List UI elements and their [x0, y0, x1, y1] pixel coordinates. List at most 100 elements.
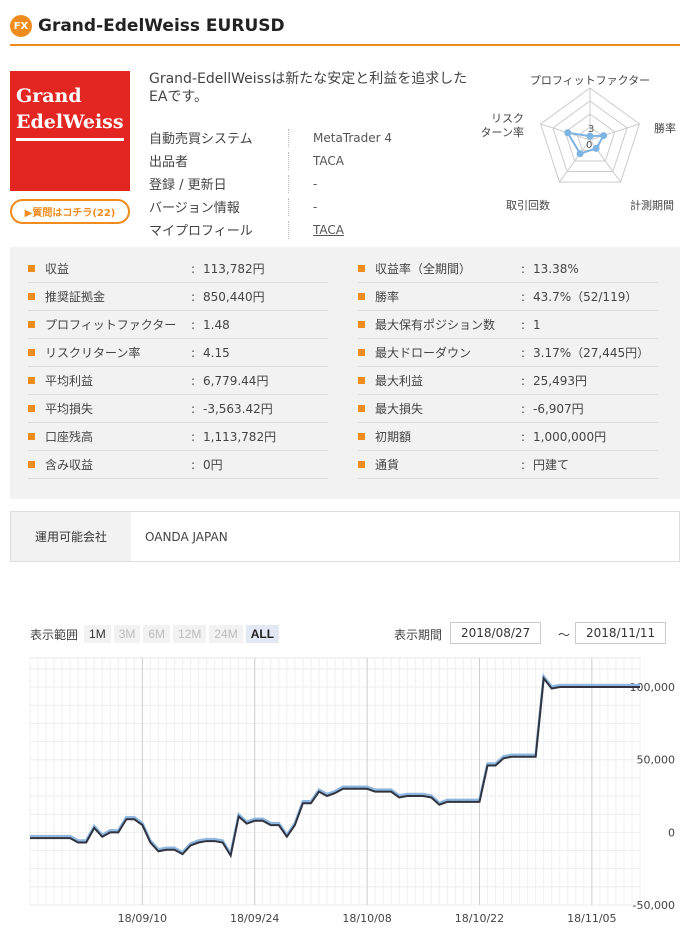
- bullet-icon: [28, 377, 35, 384]
- stat-colon: :: [191, 373, 196, 388]
- range-toolbar: 表示範囲 1M 3M 6M 12M 24M ALL 表示期間 2018/08/2…: [30, 622, 670, 646]
- company-label: 運用可能会社: [11, 512, 131, 561]
- bullet-icon: [28, 293, 35, 300]
- radar-point: [600, 132, 608, 140]
- logo-underline: [16, 138, 124, 141]
- stat-label: 推奨証拠金: [45, 290, 106, 304]
- range-24m-button[interactable]: 24M: [209, 625, 243, 643]
- product-logo: Grand EdelWeiss: [10, 71, 130, 191]
- chart-y-tick-label: 0: [668, 826, 675, 839]
- stat-label: 通貨: [375, 458, 400, 472]
- bullet-icon: [358, 265, 365, 272]
- date-to-input[interactable]: 2018/11/11: [575, 622, 667, 644]
- stat-row: 最大保有ポジション数:1: [358, 311, 658, 339]
- stat-colon: :: [191, 289, 196, 304]
- chart-x-tick-label: 18/09/10: [118, 912, 167, 925]
- question-button[interactable]: ▶質問はコチラ(22): [10, 199, 130, 224]
- stat-row: 最大損失: -6,907円: [358, 395, 658, 423]
- stat-row: 収益:113,782円: [28, 255, 328, 283]
- stat-row: 口座残高:1,113,782円: [28, 423, 328, 451]
- bullet-icon: [28, 461, 35, 468]
- stat-row: 最大利益:25,493円: [358, 367, 658, 395]
- stat-label: 平均損失: [45, 402, 94, 416]
- range-all-button[interactable]: ALL: [245, 625, 280, 643]
- range-6m-button[interactable]: 6M: [143, 625, 171, 643]
- info-value: -: [313, 199, 318, 214]
- company-value: OANDA JAPAN: [145, 529, 228, 544]
- bullet-icon: [358, 349, 365, 356]
- radar-point: [592, 144, 600, 152]
- stat-value: 43.7%（52/119）: [533, 290, 638, 304]
- stat-colon: :: [521, 345, 526, 360]
- stat-value: 13.38%: [533, 261, 579, 276]
- radar-axis-risk-1: リスク: [491, 112, 524, 125]
- info-row-system: 自動売買システム MetaTrader 4: [149, 126, 479, 149]
- page-title: Grand-EdelWeiss EURUSD: [38, 16, 285, 36]
- page-header: FX Grand-EdelWeiss EURUSD: [10, 8, 680, 46]
- bullet-icon: [28, 433, 35, 440]
- bullet-icon: [28, 265, 35, 272]
- chart-y-tick-label: -50,000: [633, 899, 675, 912]
- period-label: 表示期間: [394, 627, 443, 642]
- chart-x-tick-label: 18/10/08: [342, 912, 391, 925]
- radar-tick-min: 0: [586, 140, 592, 151]
- info-row-profile: マイプロフィール TACA: [149, 218, 479, 241]
- range-3m-button[interactable]: 3M: [113, 625, 141, 643]
- info-row-date: 登録 / 更新日 -: [149, 172, 479, 195]
- stat-value: 1,000,000円: [533, 430, 607, 444]
- stat-colon: :: [521, 373, 526, 388]
- stat-value: 25,493円: [533, 374, 587, 388]
- stat-value: 6,779.44円: [203, 374, 269, 388]
- radar-chart: 3 0 プロフィットファクター 勝率 計測期間 取引回数 リスク ターン率: [481, 74, 676, 212]
- stat-colon: :: [191, 401, 196, 416]
- company-box: 運用可能会社 OANDA JAPAN: [10, 511, 680, 562]
- stat-value: 4.15: [203, 345, 230, 360]
- range-1m-button[interactable]: 1M: [84, 625, 111, 643]
- chart-x-tick-label: 18/10/22: [455, 912, 504, 925]
- stat-label: 収益: [45, 262, 70, 276]
- stat-colon: :: [191, 345, 196, 360]
- radar-axis-pf: プロフィットファクター: [530, 74, 650, 87]
- stat-row: リスクリターン率:4.15: [28, 339, 328, 367]
- stat-value: 1,113,782円: [203, 430, 277, 444]
- stat-row: 平均利益:6,779.44円: [28, 367, 328, 395]
- profile-link[interactable]: TACA: [289, 223, 344, 237]
- fx-icon: FX: [10, 15, 32, 37]
- stat-colon: :: [521, 429, 526, 444]
- radar-axis-period: 計測期間: [630, 198, 674, 212]
- stat-colon: :: [191, 429, 196, 444]
- stats-left-column: 収益:113,782円 推奨証拠金:850,440円 プロフィットファクター:1.4…: [28, 255, 328, 479]
- logo-line-1: Grand: [16, 85, 82, 107]
- radar-tick-max: 3: [588, 124, 594, 135]
- range-label: 表示範囲: [30, 627, 79, 642]
- info-value: MetaTrader 4: [313, 130, 393, 145]
- stat-colon: :: [521, 317, 526, 332]
- stat-colon: :: [521, 261, 526, 276]
- balance-chart: 100,00050,0000-50,00018/09/10 18/09/24 18/…: [29, 657, 675, 925]
- radar-axis-winrate: 勝率: [654, 121, 676, 135]
- bullet-icon: [28, 405, 35, 412]
- stat-row: 通貨: 円建て: [358, 451, 658, 479]
- stat-value: 1.48: [203, 317, 230, 332]
- stat-row: 収益率（全期間）:13.38%: [358, 255, 658, 283]
- stat-value: -3,563.42円: [203, 402, 273, 416]
- stat-row: 推奨証拠金:850,440円: [28, 283, 328, 311]
- range-12m-button[interactable]: 12M: [173, 625, 207, 643]
- date-from-input[interactable]: 2018/08/27: [450, 622, 542, 644]
- radar-point: [576, 150, 584, 158]
- info-label: バージョン情報: [149, 197, 289, 216]
- bullet-icon: [358, 293, 365, 300]
- info-label: 自動売買システム: [149, 128, 289, 147]
- stat-row: 初期額:1,000,000円: [358, 423, 658, 451]
- info-label: 登録 / 更新日: [149, 174, 289, 193]
- stat-colon: :: [191, 457, 196, 472]
- chart-x-tick-label: 18/09/24: [230, 912, 279, 925]
- radar-point: [564, 129, 572, 137]
- stat-value: 円建て: [533, 458, 570, 472]
- stat-label: 収益率（全期間）: [375, 262, 472, 276]
- date-separator: ～: [558, 627, 571, 642]
- stat-colon: :: [521, 289, 526, 304]
- info-label: 出品者: [149, 151, 289, 170]
- radar-axis-trades: 取引回数: [506, 198, 550, 212]
- stat-label: 最大保有ポジション数: [375, 318, 496, 332]
